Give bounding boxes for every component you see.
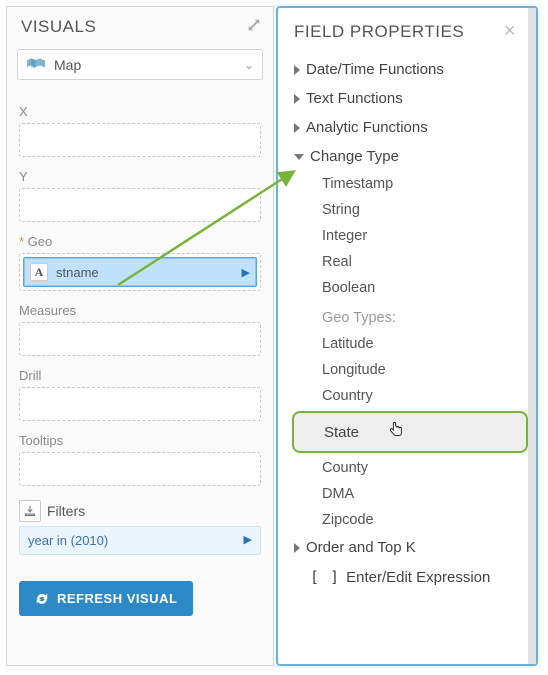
enter-edit-expression-label: Enter/Edit Expression <box>346 569 490 586</box>
group-text[interactable]: Text Functions <box>292 84 520 113</box>
shelf-drill[interactable] <box>19 387 261 421</box>
opt-state-label: State <box>324 424 359 441</box>
visuals-title: VISUALS <box>21 17 96 37</box>
opt-string[interactable]: String <box>318 197 520 223</box>
opt-real[interactable]: Real <box>318 249 520 275</box>
refresh-visual-label: REFRESH VISUAL <box>57 591 177 606</box>
change-type-submenu: Timestamp String Integer Real Boolean Ge… <box>292 171 520 409</box>
group-change-type[interactable]: Change Type <box>292 142 520 171</box>
shelf-x[interactable] <box>19 123 261 157</box>
opt-latitude[interactable]: Latitude <box>318 331 520 357</box>
opt-longitude[interactable]: Longitude <box>318 357 520 383</box>
shelf-geo[interactable]: A stname ▶ <box>19 253 261 291</box>
group-text-label: Text Functions <box>306 90 403 107</box>
field-pill-label: stname <box>56 265 99 280</box>
shelf-label-x: X <box>19 104 261 119</box>
geo-types-heading: Geo Types: <box>318 305 520 331</box>
triangle-down-icon <box>294 154 304 160</box>
triangle-right-icon <box>294 543 300 553</box>
download-icon[interactable] <box>19 500 41 522</box>
visuals-panel: VISUALS Map ⌄ X Y Geo A stname ▶ Measure… <box>6 6 274 666</box>
type-badge-text-icon: A <box>30 263 48 281</box>
group-change-type-label: Change Type <box>310 148 399 165</box>
filter-pill-label: year in (2010) <box>28 533 108 548</box>
map-icon <box>26 56 46 73</box>
shelf-y[interactable] <box>19 188 261 222</box>
close-icon[interactable]: × <box>504 20 516 43</box>
group-analytic[interactable]: Analytic Functions <box>292 113 520 142</box>
shelf-label-geo: Geo <box>19 234 261 249</box>
opt-boolean[interactable]: Boolean <box>318 275 520 301</box>
visual-type-selector[interactable]: Map ⌄ <box>17 49 263 80</box>
chevron-down-icon: ⌄ <box>244 58 254 72</box>
change-type-submenu-cont: County DMA Zipcode <box>292 455 520 533</box>
shelf-tooltips[interactable] <box>19 452 261 486</box>
shelf-label-y: Y <box>19 169 261 184</box>
group-datetime[interactable]: Date/Time Functions <box>292 55 520 84</box>
opt-country[interactable]: Country <box>318 383 520 409</box>
shelf-label-drill: Drill <box>19 368 261 383</box>
enter-edit-expression[interactable]: [ ] Enter/Edit Expression <box>292 562 520 592</box>
triangle-right-icon <box>294 123 300 133</box>
shelf-label-filters: Filters <box>47 503 85 519</box>
group-datetime-label: Date/Time Functions <box>306 61 444 78</box>
shelf-measures[interactable] <box>19 322 261 356</box>
shelf-label-tooltips: Tooltips <box>19 433 261 448</box>
opt-integer[interactable]: Integer <box>318 223 520 249</box>
opt-timestamp[interactable]: Timestamp <box>318 171 520 197</box>
field-properties-title: FIELD PROPERTIES <box>294 22 464 42</box>
expand-icon[interactable] <box>247 17 261 37</box>
refresh-visual-button[interactable]: REFRESH VISUAL <box>19 581 193 616</box>
field-properties-panel: FIELD PROPERTIES × Date/Time Functions T… <box>276 6 538 666</box>
opt-state[interactable]: State <box>292 411 528 453</box>
opt-county[interactable]: County <box>318 455 520 481</box>
caret-right-icon: ▶ <box>242 266 250 279</box>
group-order-topk-label: Order and Top K <box>306 539 416 556</box>
opt-zipcode[interactable]: Zipcode <box>318 507 520 533</box>
opt-dma[interactable]: DMA <box>318 481 520 507</box>
filter-pill-year[interactable]: year in (2010) ▶ <box>19 526 261 555</box>
caret-right-icon: ▶ <box>244 533 252 546</box>
group-order-topk[interactable]: Order and Top K <box>292 533 520 562</box>
field-pill-stname[interactable]: A stname ▶ <box>23 257 257 287</box>
visual-type-label: Map <box>54 57 81 73</box>
triangle-right-icon <box>294 94 300 104</box>
visuals-header: VISUALS <box>7 7 273 45</box>
triangle-right-icon <box>294 65 300 75</box>
brackets-icon: [ ] <box>310 568 340 586</box>
cursor-hand-icon <box>387 421 405 443</box>
shelf-label-measures: Measures <box>19 303 261 318</box>
group-analytic-label: Analytic Functions <box>306 119 428 136</box>
